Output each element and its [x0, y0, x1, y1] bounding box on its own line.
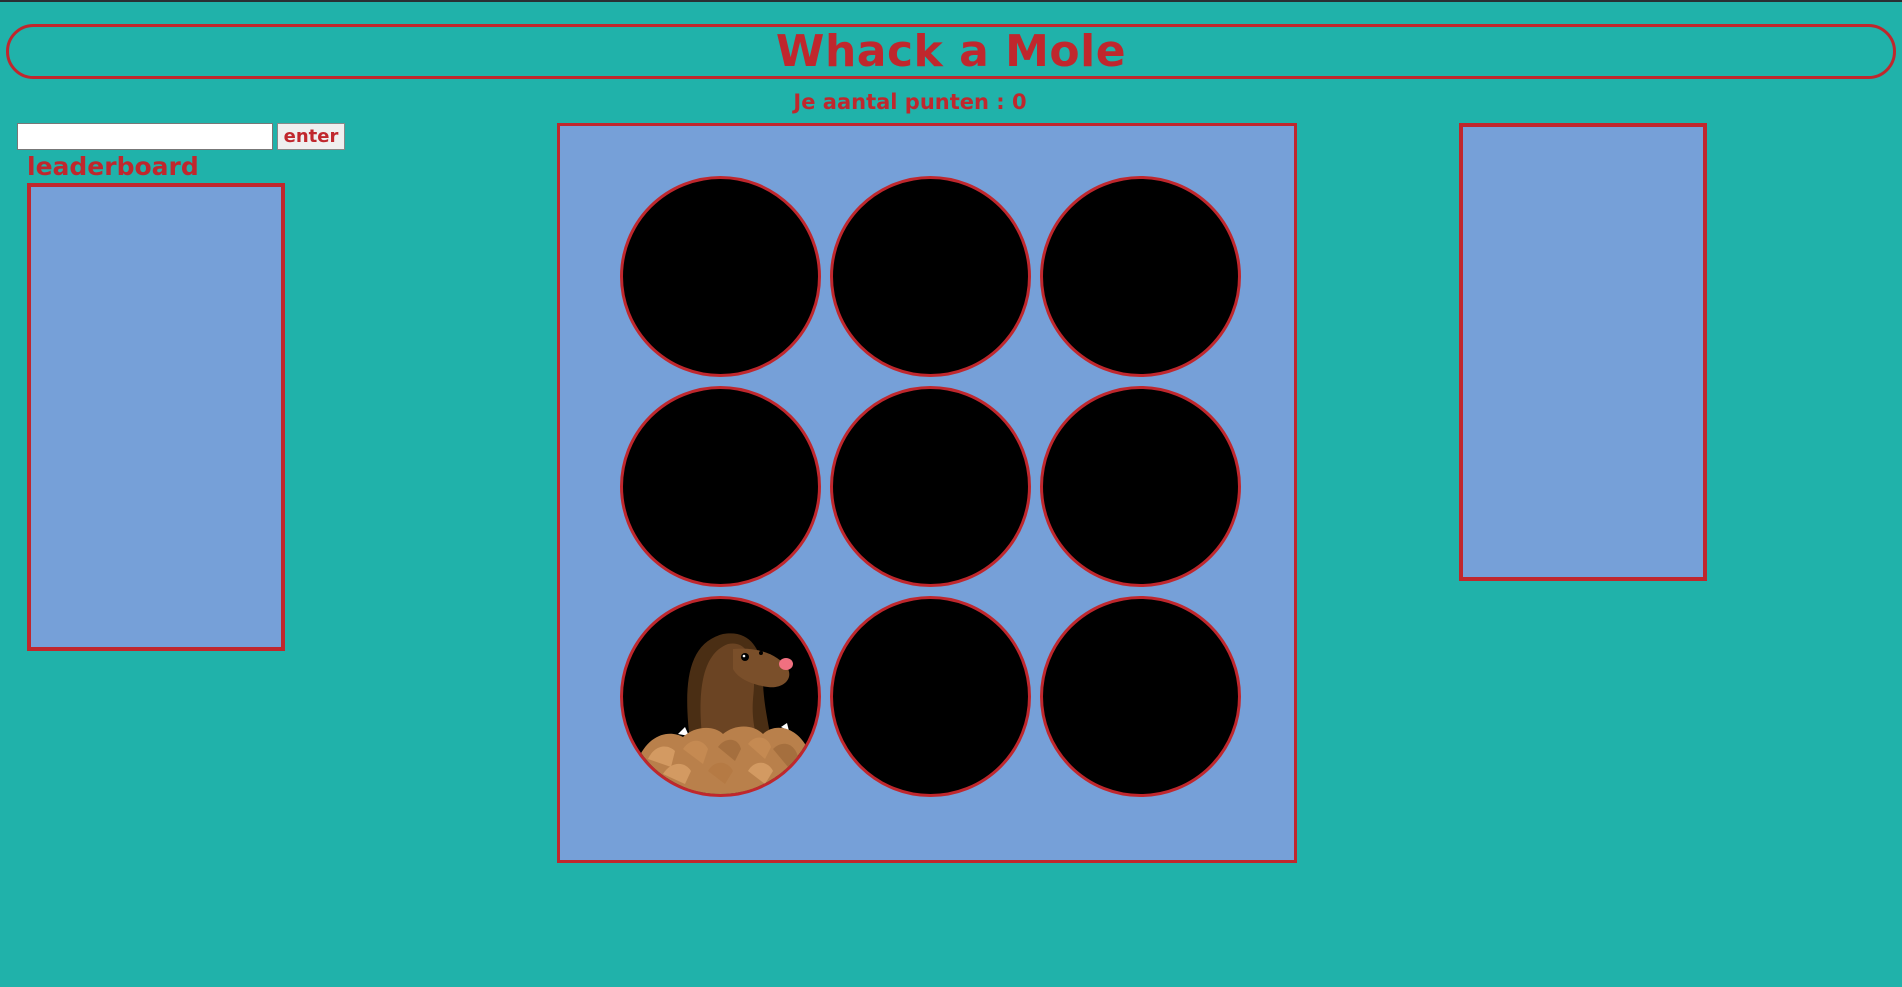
player-name-input[interactable] [17, 123, 273, 150]
game-board [557, 123, 1297, 863]
hole-4[interactable] [620, 386, 821, 587]
leaderboard-panel [27, 183, 285, 651]
score-display: Je aantal punten : 0 [793, 90, 1027, 114]
hole-3[interactable] [1040, 176, 1241, 377]
hole-5[interactable] [830, 386, 1031, 587]
hole-2[interactable] [830, 176, 1031, 377]
hole-8[interactable] [830, 596, 1031, 797]
side-panel [1459, 123, 1707, 581]
title-bar: Whack a Mole [6, 24, 1896, 79]
leaderboard-title: leaderboard [27, 152, 199, 181]
hole-9[interactable] [1040, 596, 1241, 797]
mole-icon[interactable] [623, 599, 818, 794]
hole-6[interactable] [1040, 386, 1241, 587]
hole-1[interactable] [620, 176, 821, 377]
enter-button[interactable]: enter [277, 123, 345, 150]
game-title: Whack a Mole [775, 26, 1127, 77]
hole-7[interactable] [620, 596, 821, 797]
